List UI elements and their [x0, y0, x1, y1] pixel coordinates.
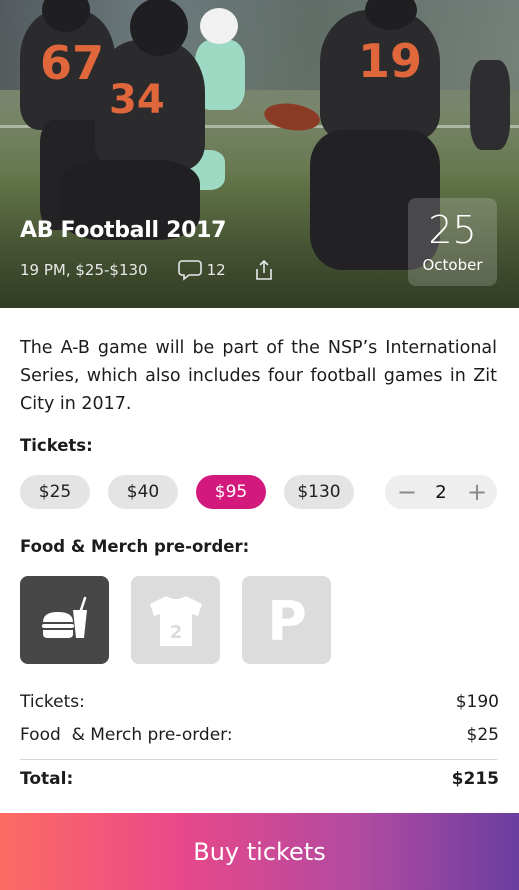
summary-tickets-value: $190 [455, 692, 499, 712]
player-figure: 34 [95, 40, 205, 170]
comment-icon [177, 260, 202, 281]
summary-tickets-label: Tickets: [20, 692, 85, 712]
summary-divider [20, 759, 497, 760]
merch-options: 2 P [20, 576, 353, 664]
football [262, 100, 322, 134]
event-description: The A-B game will be part of the NSP’s I… [20, 338, 497, 414]
price-option-selected[interactable]: $95 [196, 475, 266, 509]
event-day: 25 [428, 208, 477, 252]
price-option[interactable]: $40 [108, 475, 178, 509]
comments-button[interactable]: 12 [177, 259, 226, 281]
summary-total-row: Total: $215 [20, 769, 499, 789]
event-meta-row: 19 PM, $25-$130 12 [20, 259, 274, 281]
buy-tickets-button[interactable]: Buy tickets [0, 813, 519, 890]
price-option[interactable]: $25 [20, 475, 90, 509]
merch-section-label: Food & Merch pre-order: [20, 537, 250, 556]
increase-quantity-button[interactable]: + [467, 480, 487, 504]
summary-merch-row: Food & Merch pre-order: $25 [20, 725, 499, 745]
jersey-tile[interactable]: 2 [131, 576, 220, 664]
price-option[interactable]: $130 [284, 475, 354, 509]
summary-merch-value: $25 [466, 725, 499, 745]
jersey-number: 2 [169, 622, 182, 643]
jersey-icon: 2 [149, 596, 202, 646]
parking-tile[interactable]: P [242, 576, 331, 664]
share-icon [255, 259, 272, 280]
parking-icon: P [267, 592, 307, 648]
event-month: October [422, 256, 483, 274]
decrease-quantity-button[interactable]: − [397, 480, 417, 504]
share-button[interactable] [254, 259, 274, 281]
food-drink-tile[interactable] [20, 576, 109, 664]
comment-count: 12 [206, 261, 226, 279]
player-figure: 19 [320, 10, 440, 140]
summary-merch-label: Food & Merch pre-order: [20, 725, 233, 745]
event-hero-image: 67 34 19 AB Football 2017 19 PM, $25-$13… [0, 0, 519, 308]
burger-drink-icon [41, 596, 87, 638]
quantity-stepper: − 2 + [385, 475, 497, 509]
tickets-section-label: Tickets: [20, 436, 93, 455]
event-date-badge: 25 October [408, 198, 497, 286]
summary-total-value: $215 [451, 769, 499, 789]
ticket-price-options: $25 $40 $95 $130 [20, 475, 372, 509]
quantity-value: 2 [435, 481, 447, 503]
summary-total-label: Total: [20, 769, 74, 789]
parking-letter: P [267, 592, 307, 648]
event-time-price: 19 PM, $25-$130 [20, 261, 148, 279]
event-title: AB Football 2017 [20, 218, 227, 243]
summary-tickets-row: Tickets: $190 [20, 692, 499, 712]
